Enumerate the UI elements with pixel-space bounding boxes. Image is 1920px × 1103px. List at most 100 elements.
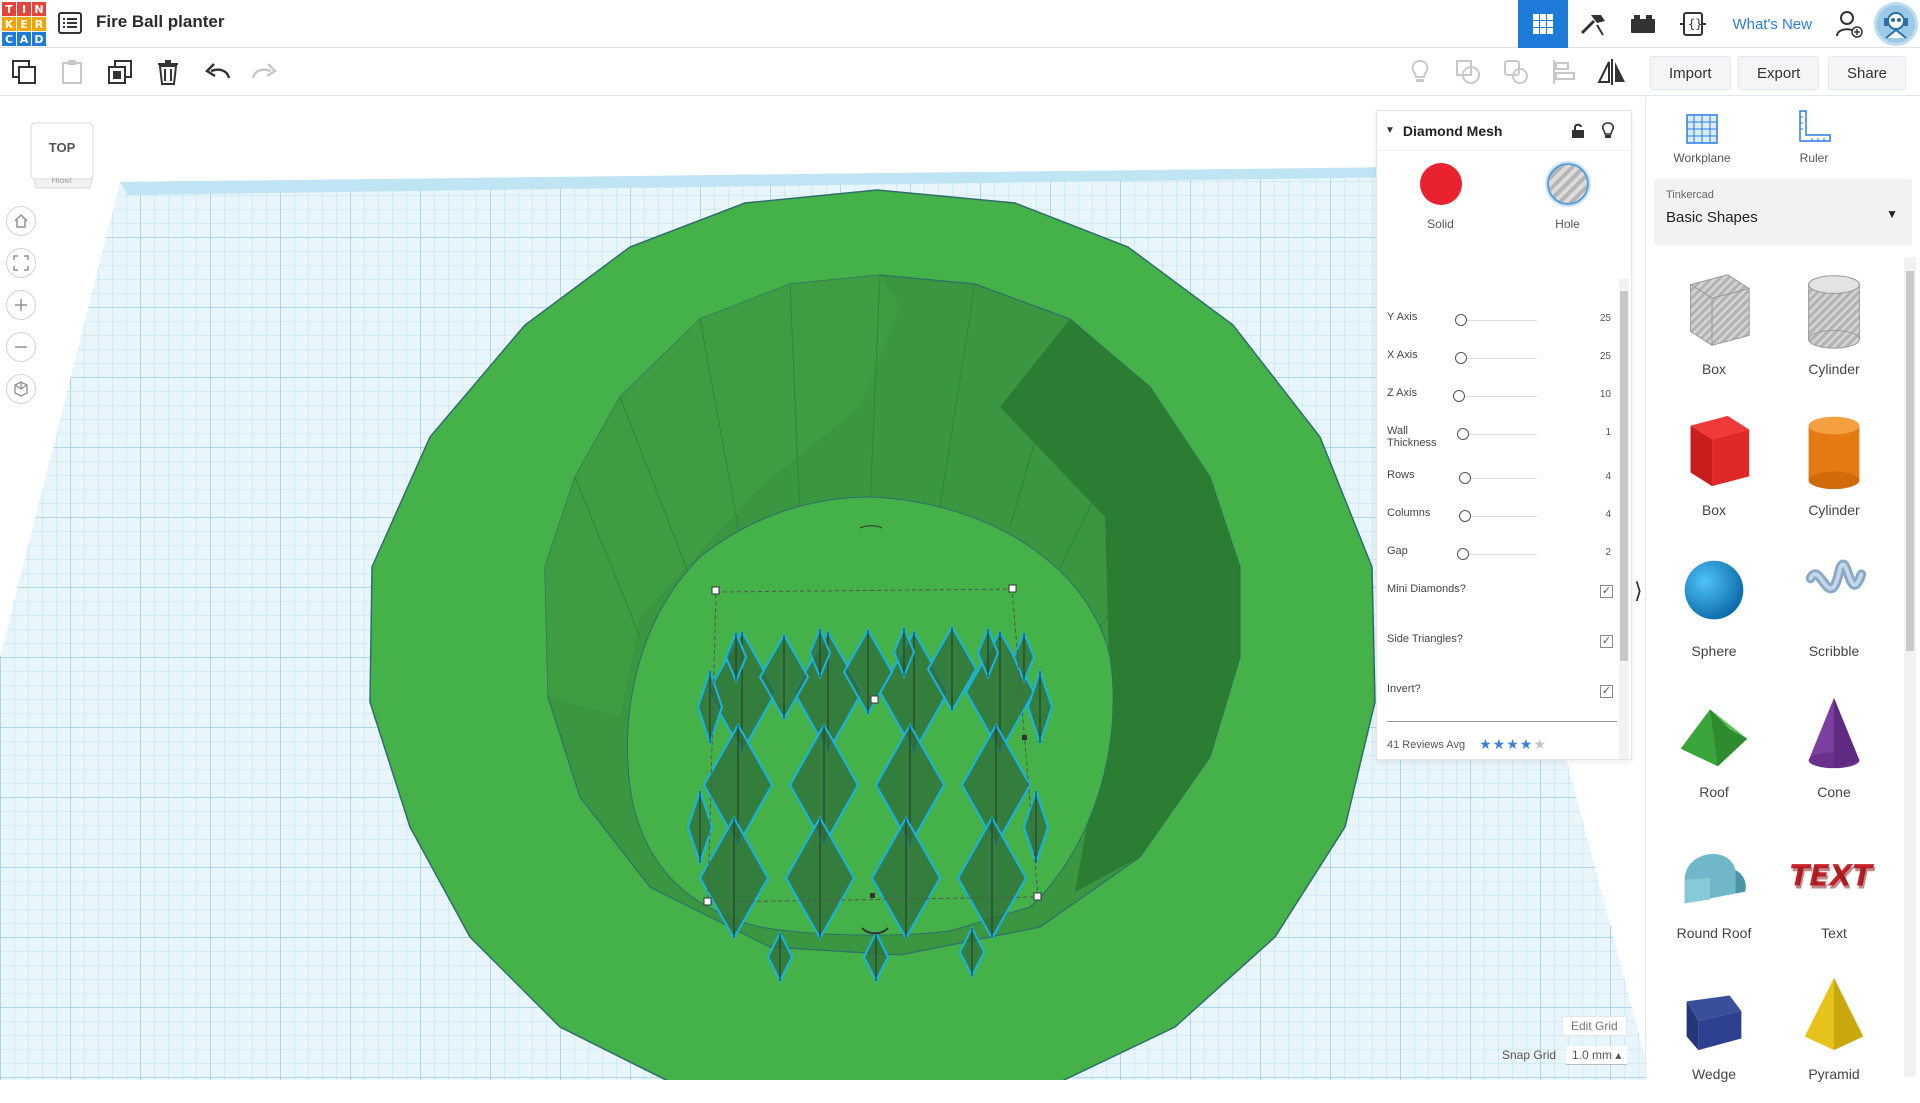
slider-knob[interactable] bbox=[1459, 510, 1471, 522]
tinkercad-logo[interactable]: TIN KER CAD bbox=[2, 2, 46, 46]
property-value[interactable]: 25 bbox=[1600, 313, 1611, 324]
shape-category-select[interactable]: Tinkercad Basic Shapes ▼ bbox=[1654, 179, 1912, 245]
lock-icon[interactable] bbox=[1571, 123, 1585, 144]
library-scroll-thumb[interactable] bbox=[1906, 271, 1914, 651]
design-list-icon[interactable] bbox=[58, 12, 82, 34]
slider-track[interactable] bbox=[1457, 434, 1537, 435]
slider-knob[interactable] bbox=[1457, 428, 1470, 440]
shape-item-cyl-hole[interactable]: Cylinder bbox=[1774, 257, 1894, 398]
bricks-icon[interactable] bbox=[1618, 0, 1668, 48]
hole-option[interactable]: Hole bbox=[1546, 163, 1589, 311]
snap-grid-select[interactable]: 1.0 mm ▴ bbox=[1566, 1046, 1628, 1065]
library-scrollbar[interactable] bbox=[1904, 257, 1916, 1077]
fit-view-icon[interactable] bbox=[6, 248, 36, 278]
3d-view-icon[interactable] bbox=[1518, 0, 1569, 48]
share-button[interactable]: Share bbox=[1828, 56, 1907, 90]
project-title[interactable]: Fire Ball planter bbox=[96, 12, 224, 32]
edit-toolbar: Import Export Share bbox=[0, 48, 1920, 96]
align-icon[interactable] bbox=[1548, 56, 1580, 88]
slider-knob[interactable] bbox=[1457, 548, 1470, 560]
home-view-icon[interactable] bbox=[6, 206, 36, 236]
height-handle[interactable] bbox=[870, 695, 879, 704]
shape-item-sphere[interactable]: Sphere bbox=[1654, 539, 1774, 680]
checkbox[interactable]: ✓ bbox=[1600, 585, 1613, 598]
property-value[interactable]: 4 bbox=[1605, 471, 1611, 482]
notes-bulb-icon[interactable] bbox=[1404, 56, 1436, 88]
shape-item-text[interactable]: TEXT TEXT Text bbox=[1774, 821, 1894, 962]
delete-icon[interactable] bbox=[152, 56, 184, 88]
edge-handle[interactable] bbox=[870, 893, 875, 898]
shape-item-pyramid[interactable]: Pyramid bbox=[1774, 962, 1894, 1103]
property-value[interactable]: 25 bbox=[1600, 351, 1611, 362]
resize-handle[interactable] bbox=[1008, 584, 1017, 593]
property-value[interactable]: 1 bbox=[1605, 427, 1611, 438]
view-controls bbox=[6, 206, 36, 416]
shape-item-cone[interactable]: Cone bbox=[1774, 680, 1894, 821]
duplicate-icon[interactable] bbox=[104, 56, 136, 88]
whats-new-link[interactable]: What's New bbox=[1718, 0, 1826, 48]
codeblocks-icon[interactable]: {} bbox=[1668, 0, 1718, 48]
property-value[interactable]: 2 bbox=[1605, 547, 1611, 558]
shape-item-roundroof[interactable]: Round Roof bbox=[1654, 821, 1774, 962]
light-bulb-icon[interactable] bbox=[1601, 122, 1615, 145]
view-cube[interactable]: TOP FRONT bbox=[30, 122, 96, 190]
edit-grid-button[interactable]: Edit Grid bbox=[1562, 1016, 1627, 1036]
checkbox[interactable]: ✓ bbox=[1600, 685, 1613, 698]
property-value[interactable]: 4 bbox=[1605, 509, 1611, 520]
shape-item-roof[interactable]: Roof bbox=[1654, 680, 1774, 821]
snap-grid-label: Snap Grid bbox=[1502, 1048, 1557, 1062]
user-avatar[interactable] bbox=[1874, 2, 1918, 46]
shape-label: Scribble bbox=[1808, 643, 1860, 659]
hole-swatch[interactable] bbox=[1546, 163, 1589, 205]
solid-color-swatch[interactable] bbox=[1419, 163, 1462, 205]
property-row: Gap 2 bbox=[1387, 535, 1617, 573]
slider-knob[interactable] bbox=[1455, 352, 1467, 364]
inspector-scroll-thumb[interactable] bbox=[1620, 291, 1628, 661]
shape-item-scribble[interactable]: Scribble bbox=[1774, 539, 1894, 680]
ungroup-icon[interactable] bbox=[1500, 56, 1532, 88]
slider-track[interactable] bbox=[1457, 554, 1537, 555]
shape-item-wedge[interactable]: Wedge bbox=[1654, 962, 1774, 1103]
resize-handle[interactable] bbox=[1033, 892, 1042, 901]
shape-item-cyl-orange[interactable]: Cylinder bbox=[1774, 398, 1894, 539]
zoom-out-icon[interactable] bbox=[6, 332, 36, 362]
slider-knob[interactable] bbox=[1453, 390, 1466, 402]
slider-track[interactable] bbox=[1457, 320, 1537, 321]
property-label: X Axis bbox=[1387, 349, 1418, 361]
redo-icon[interactable] bbox=[248, 56, 280, 88]
undo-icon[interactable] bbox=[202, 56, 234, 88]
solid-option[interactable]: Solid bbox=[1419, 163, 1462, 311]
checkbox[interactable]: ✓ bbox=[1600, 635, 1613, 648]
resize-handle[interactable] bbox=[711, 586, 720, 595]
cyl-orange-icon bbox=[1808, 416, 1860, 490]
slider-track[interactable] bbox=[1457, 396, 1537, 397]
snap-grid-value: 1.0 mm bbox=[1572, 1048, 1613, 1062]
build-hammer-icon[interactable] bbox=[1568, 0, 1618, 48]
collapse-caret-icon[interactable]: ▼ bbox=[1385, 125, 1395, 136]
slider-knob[interactable] bbox=[1459, 472, 1471, 484]
property-value[interactable]: 10 bbox=[1600, 389, 1611, 400]
zoom-in-icon[interactable] bbox=[6, 290, 36, 320]
perspective-icon[interactable] bbox=[6, 374, 36, 404]
paste-icon[interactable] bbox=[56, 56, 88, 88]
add-user-icon[interactable] bbox=[1826, 0, 1872, 48]
shape-item-box-red[interactable]: Box bbox=[1654, 398, 1774, 539]
import-button[interactable]: Import bbox=[1650, 56, 1731, 90]
workplane-tool[interactable]: Workplane bbox=[1646, 97, 1758, 179]
panel-collapse-chevron-icon[interactable]: ⟩ bbox=[1634, 578, 1643, 604]
top-bar: TIN KER CAD Fire Ball planter {} What's Ne… bbox=[0, 0, 1920, 48]
slider-knob[interactable] bbox=[1455, 314, 1467, 326]
copy-icon[interactable] bbox=[8, 56, 40, 88]
inspector-scrollbar[interactable] bbox=[1619, 279, 1629, 759]
export-button[interactable]: Export bbox=[1738, 56, 1820, 90]
shape-source-label: Tinkercad bbox=[1666, 189, 1714, 201]
slider-track[interactable] bbox=[1457, 358, 1537, 359]
ruler-tool[interactable]: Ruler bbox=[1758, 97, 1870, 179]
edge-handle[interactable] bbox=[1022, 735, 1027, 740]
resize-handle[interactable] bbox=[703, 897, 712, 906]
shape-properties: Y Axis 25 X Axis 25 Z Axis 10 Wall Thickness 1 R… bbox=[1387, 301, 1617, 723]
mirror-icon[interactable] bbox=[1596, 56, 1628, 88]
shape-item-box-hole[interactable]: Box bbox=[1654, 257, 1774, 398]
group-icon[interactable] bbox=[1452, 56, 1484, 88]
logo-letter: D bbox=[32, 32, 46, 46]
